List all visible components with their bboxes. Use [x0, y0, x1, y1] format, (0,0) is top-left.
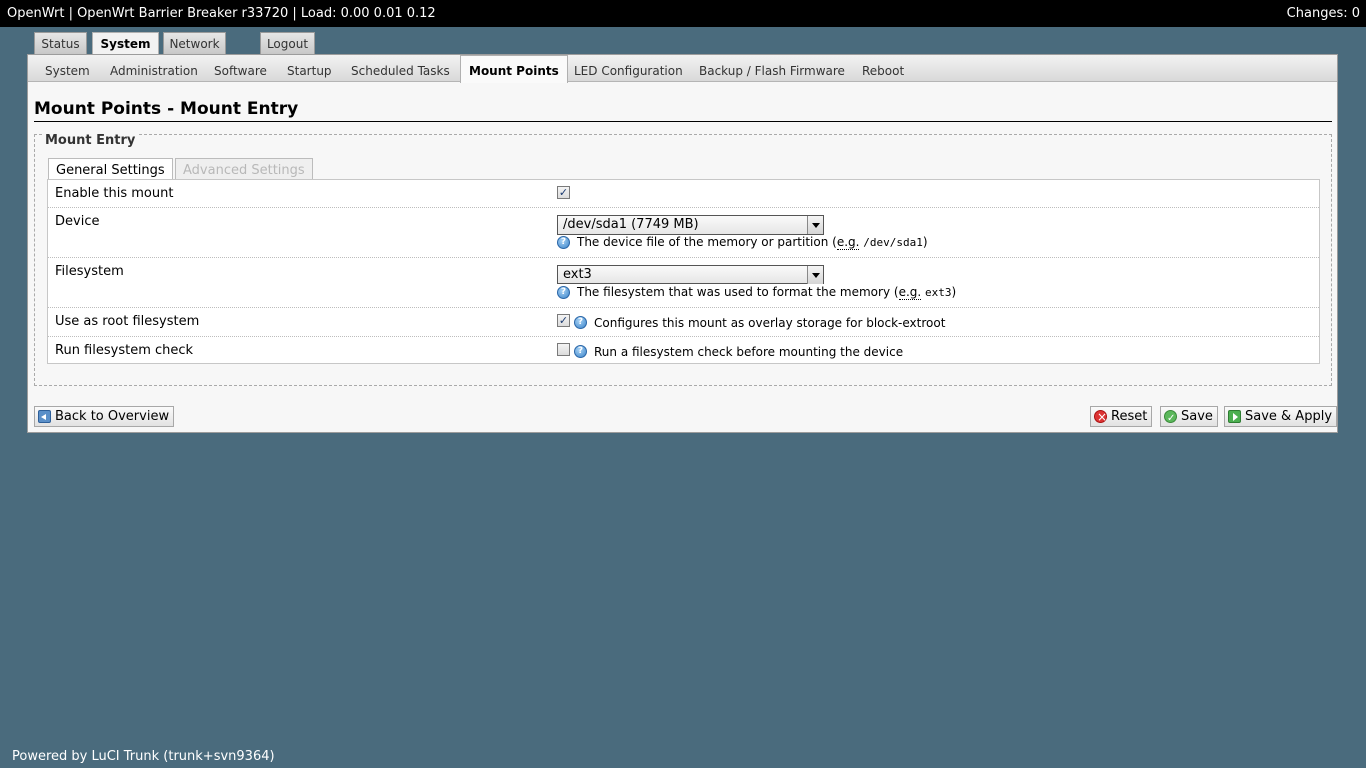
back-button-label: Back to Overview	[55, 409, 170, 424]
back-to-overview-button[interactable]: Back to Overview	[34, 406, 175, 427]
row-root-filesystem: Use as root filesystem ✓ ? Configures th…	[48, 308, 1319, 337]
sub-navigation: System Administration Software Startup S…	[28, 55, 1337, 83]
chevron-down-icon	[807, 266, 823, 284]
root-filesystem-label: Use as root filesystem	[55, 314, 200, 329]
row-device: Device /dev/sda1 (7749 MB) ? The device …	[48, 208, 1319, 258]
reset-button[interactable]: Reset	[1090, 406, 1153, 427]
filesystem-check-label: Run filesystem check	[55, 343, 194, 358]
save-apply-button-label: Save & Apply	[1245, 409, 1333, 424]
page-title: Mount Points - Mount Entry	[34, 99, 299, 119]
device-select-value: /dev/sda1 (7749 MB)	[563, 217, 699, 232]
subnav-led-configuration[interactable]: LED Configuration	[574, 55, 683, 82]
subnav-system[interactable]: System	[45, 55, 90, 82]
subnav-software[interactable]: Software	[214, 55, 267, 82]
enable-mount-label: Enable this mount	[55, 186, 174, 201]
filesystem-help-eg: e.g.	[898, 285, 922, 300]
footer-powered-by: Powered by LuCI Trunk (trunk+svn9364)	[12, 749, 275, 764]
filesystem-check-checkbox[interactable]	[557, 343, 570, 356]
enable-mount-checkbox[interactable]: ✓	[557, 186, 570, 199]
subnav-mount-points[interactable]: Mount Points	[460, 55, 568, 83]
filesystem-label: Filesystem	[55, 264, 124, 279]
filesystem-help-example: ext3	[925, 286, 952, 299]
row-filesystem-check: Run filesystem check ? Run a filesystem …	[48, 337, 1319, 365]
root-filesystem-checkbox[interactable]: ✓	[557, 314, 570, 327]
chevron-down-icon	[807, 216, 823, 234]
section-legend: Mount Entry	[43, 133, 138, 148]
device-select[interactable]: /dev/sda1 (7749 MB)	[557, 215, 824, 235]
tab-logout[interactable]: Logout	[260, 32, 315, 54]
save-apply-button[interactable]: Save & Apply	[1224, 406, 1338, 427]
subnav-reboot[interactable]: Reboot	[862, 55, 904, 82]
filesystem-help-main: The filesystem that was used to format t…	[577, 285, 899, 299]
filesystem-help-text: The filesystem that was used to format t…	[577, 285, 957, 300]
filesystem-select-value: ext3	[563, 267, 592, 282]
tab-system[interactable]: System	[92, 32, 159, 55]
top-header-bar: OpenWrt | OpenWrt Barrier Breaker r33720…	[0, 0, 1366, 27]
device-help-text: The device file of the memory or partiti…	[577, 235, 928, 250]
device-help-main: The device file of the memory or partiti…	[577, 235, 837, 249]
device-label: Device	[55, 214, 100, 229]
reset-button-label: Reset	[1111, 409, 1148, 424]
filesystem-check-desc: Run a filesystem check before mounting t…	[594, 345, 904, 359]
save-button-label: Save	[1181, 409, 1213, 424]
device-help-example: /dev/sda1	[863, 236, 923, 249]
device-help-eg: e.g.	[836, 235, 860, 250]
subnav-startup[interactable]: Startup	[287, 55, 332, 82]
help-icon: ?	[557, 236, 570, 249]
save-check-icon	[1164, 409, 1177, 428]
row-filesystem: Filesystem ext3 ? The filesystem that wa…	[48, 258, 1319, 308]
reset-icon	[1094, 408, 1107, 427]
help-icon: ?	[574, 345, 587, 358]
tab-status[interactable]: Status	[34, 32, 87, 54]
help-icon: ?	[574, 316, 587, 329]
device-help-close: )	[922, 235, 928, 249]
filesystem-select[interactable]: ext3	[557, 265, 824, 284]
content-panel: System Administration Software Startup S…	[27, 54, 1338, 433]
help-icon: ?	[557, 286, 570, 299]
root-filesystem-desc: Configures this mount as overlay storage…	[594, 316, 946, 330]
tab-network[interactable]: Network	[163, 32, 226, 54]
apply-icon	[1228, 410, 1241, 423]
general-settings-form: Enable this mount ✓ Device /dev/sda1 (77…	[47, 179, 1320, 364]
subnav-administration[interactable]: Administration	[110, 55, 198, 82]
subnav-scheduled-tasks[interactable]: Scheduled Tasks	[351, 55, 450, 82]
subnav-backup-flash-firmware[interactable]: Backup / Flash Firmware	[699, 55, 845, 82]
save-button[interactable]: Save	[1160, 406, 1218, 428]
changes-counter[interactable]: Changes: 0	[1287, 0, 1360, 28]
row-enable-mount: Enable this mount ✓	[48, 180, 1319, 208]
back-arrow-icon	[38, 410, 51, 423]
header-title: OpenWrt | OpenWrt Barrier Breaker r33720…	[7, 6, 436, 21]
title-divider	[34, 121, 1332, 122]
filesystem-help-close: )	[951, 285, 957, 299]
